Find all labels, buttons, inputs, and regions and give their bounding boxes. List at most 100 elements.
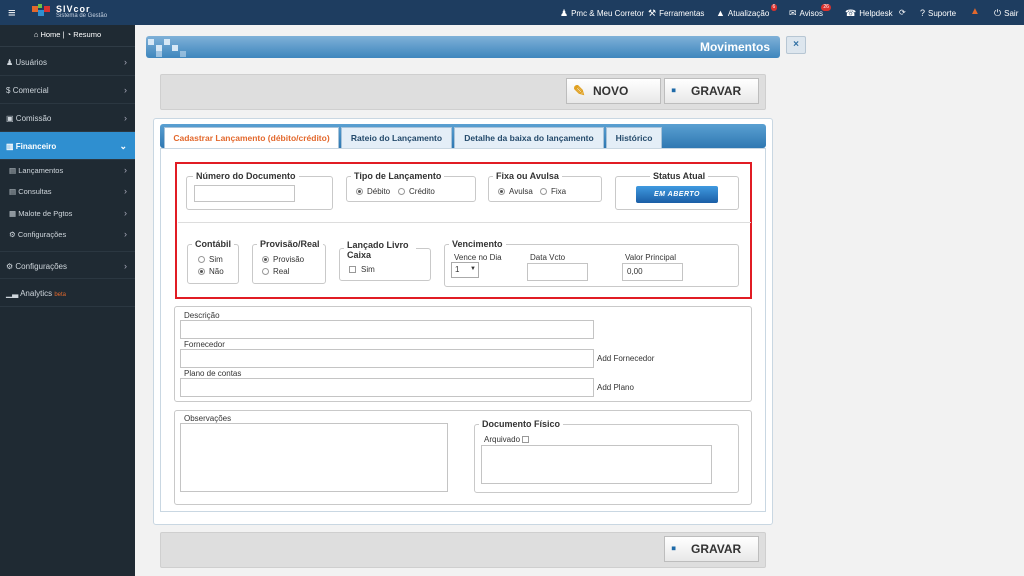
gears-icon: ⚙: [6, 262, 14, 271]
topbar-item-atualizacao[interactable]: ▲ Atualização 6: [716, 4, 778, 18]
sidebar-item-usuarios[interactable]: ♟ Usuários ›: [0, 48, 135, 76]
refresh-icon[interactable]: ⟳: [899, 8, 906, 17]
chart-icon: ▁▃: [6, 289, 19, 298]
tipo-lancamento-label: Tipo de Lançamento: [351, 171, 445, 181]
power-icon: ⏻: [994, 8, 1002, 18]
vencimento-label: Vencimento: [449, 239, 506, 249]
provisao-real-group: [252, 244, 326, 284]
chevron-right-icon: ›: [124, 113, 127, 123]
sidebar-sub-malote[interactable]: ▦ Malote de Pgtos ›: [0, 203, 135, 224]
descricao-label: Descrição: [184, 311, 220, 320]
divider: [178, 222, 751, 223]
sidebar-home[interactable]: ⌂ Home | ◔ Resumo: [0, 25, 135, 47]
sidebar-sub-consultas[interactable]: ▤ Consultas ›: [0, 181, 135, 202]
tools-icon: ⚒: [648, 8, 657, 18]
vence-dia-select[interactable]: 1 ▼: [451, 262, 479, 278]
page-title: Movimentos: [699, 40, 770, 54]
sidebar-item-configuracoes[interactable]: ⚙ Configurações ›: [0, 251, 135, 279]
add-plano-link[interactable]: Add Plano: [597, 383, 634, 392]
save-button[interactable]: ▪ GRAVAR: [664, 78, 759, 104]
observacoes-label: Observações: [184, 414, 232, 423]
plano-contas-label: Plano de contas: [184, 369, 242, 378]
topbar-item-avisos[interactable]: ✉ Avisos 26: [789, 4, 831, 19]
documento-fisico-textarea[interactable]: [481, 445, 712, 484]
file-icon: ▤: [9, 187, 17, 196]
documento-fisico-label: Documento Físico: [479, 419, 564, 429]
fornecedor-input[interactable]: [180, 349, 594, 368]
logo: [32, 4, 50, 20]
chevron-right-icon: ›: [124, 208, 127, 218]
topbar-item-ferramentas[interactable]: ⚒ Ferramentas: [648, 8, 704, 19]
warning-icon: ▲: [716, 8, 725, 18]
tab-historico[interactable]: Histórico: [606, 127, 662, 148]
header-pattern: [148, 37, 188, 57]
update-badge: 6: [770, 4, 778, 11]
radio-credito[interactable]: Crédito: [398, 187, 435, 196]
radio-icon: [198, 256, 205, 263]
save-button-bottom[interactable]: ▪ GRAVAR: [664, 536, 759, 562]
pencil-icon: ✎: [573, 83, 586, 100]
pie-icon: ◔: [66, 30, 72, 39]
new-button[interactable]: ✎ NOVO: [566, 78, 661, 104]
topbar-item-sair[interactable]: ⏻ Sair: [994, 8, 1018, 19]
radio-icon: [398, 188, 405, 195]
help-icon: ?: [920, 8, 926, 18]
radio-debito[interactable]: Débito: [356, 187, 390, 196]
folder-icon: ▦: [9, 209, 17, 218]
data-vcto-label: Data Vcto: [530, 253, 566, 262]
floppy-icon: ▪: [671, 540, 677, 557]
checkbox-icon: [349, 266, 356, 273]
checkbox-lancado-sim[interactable]: Sim: [349, 265, 375, 274]
fornecedor-label: Fornecedor: [184, 340, 225, 349]
users-icon: ♟: [6, 58, 14, 67]
chevron-right-icon: ›: [124, 229, 127, 239]
plano-contas-input[interactable]: [180, 378, 594, 397]
page-header: Movimentos: [146, 36, 780, 58]
descricao-input[interactable]: [180, 320, 594, 339]
home-icon: ⌂: [33, 30, 39, 39]
radio-contabil-sim[interactable]: Sim: [198, 255, 223, 264]
numero-documento-input[interactable]: [194, 185, 295, 202]
add-fornecedor-link[interactable]: Add Fornecedor: [597, 354, 654, 363]
sidebar-sub-configuracoes[interactable]: ⚙ Configurações ›: [0, 224, 135, 245]
sidebar-item-analytics[interactable]: ▁▃ Analytics beta: [0, 279, 135, 307]
alert-icon[interactable]: ▲: [970, 6, 980, 17]
radio-avulsa[interactable]: Avulsa: [498, 187, 533, 196]
brand-subtitle: Sistema de Gestão: [56, 13, 108, 19]
sidebar-sub-lancamentos[interactable]: ▤ Lançamentos ›: [0, 160, 135, 181]
tab-cadastrar[interactable]: Cadastrar Lançamento (débito/crédito): [164, 127, 339, 148]
file-icon: ▤: [9, 166, 17, 175]
topbar-item-suporte[interactable]: ? Suporte: [920, 8, 956, 18]
radio-provisao[interactable]: Provisão: [262, 255, 304, 264]
sidebar: ⌂ Home | ◔ Resumo ♟ Usuários › $ Comercia…: [0, 25, 135, 576]
radio-fixa[interactable]: Fixa: [540, 187, 566, 196]
observacoes-textarea[interactable]: [180, 423, 448, 492]
sidebar-item-comissao[interactable]: ▣ Comissão ›: [0, 104, 135, 132]
radio-icon: [262, 256, 269, 263]
radio-icon: [262, 268, 269, 275]
chat-icon: ✉: [789, 8, 797, 18]
radio-contabil-nao[interactable]: Não: [198, 267, 224, 276]
chevron-right-icon: ›: [124, 57, 127, 67]
topbar-item-helpdesk[interactable]: ☎ Helpdesk: [845, 8, 893, 19]
close-button[interactable]: ×: [786, 36, 806, 54]
menu-icon[interactable]: ≡: [8, 5, 16, 20]
sidebar-item-financeiro[interactable]: ▥ Financeiro ⌄: [0, 132, 135, 160]
chevron-right-icon: ›: [124, 261, 127, 271]
checkbox-arquivado[interactable]: Arquivado: [484, 435, 534, 444]
tab-rateio[interactable]: Rateio do Lançamento: [341, 127, 452, 148]
status-label: Status Atual: [650, 171, 709, 181]
tab-detalhe-baixa[interactable]: Detalhe da baixa do lançamento: [454, 127, 604, 148]
bank-icon: ▥: [6, 142, 14, 151]
fixa-avulsa-label: Fixa ou Avulsa: [493, 171, 562, 181]
valor-principal-input[interactable]: 0,00: [622, 263, 683, 281]
radio-real[interactable]: Real: [262, 267, 289, 276]
topbar-item-pmc[interactable]: ♟ Pmc & Meu Corretor: [560, 8, 644, 19]
data-vcto-input[interactable]: [527, 263, 588, 281]
gear-icon: ⚙: [9, 230, 16, 239]
radio-icon: [540, 188, 547, 195]
checkbox-icon: [522, 436, 530, 443]
avisos-badge: 26: [821, 4, 831, 11]
sidebar-item-comercial[interactable]: $ Comercial ›: [0, 76, 135, 104]
chevron-right-icon: ›: [124, 186, 127, 196]
